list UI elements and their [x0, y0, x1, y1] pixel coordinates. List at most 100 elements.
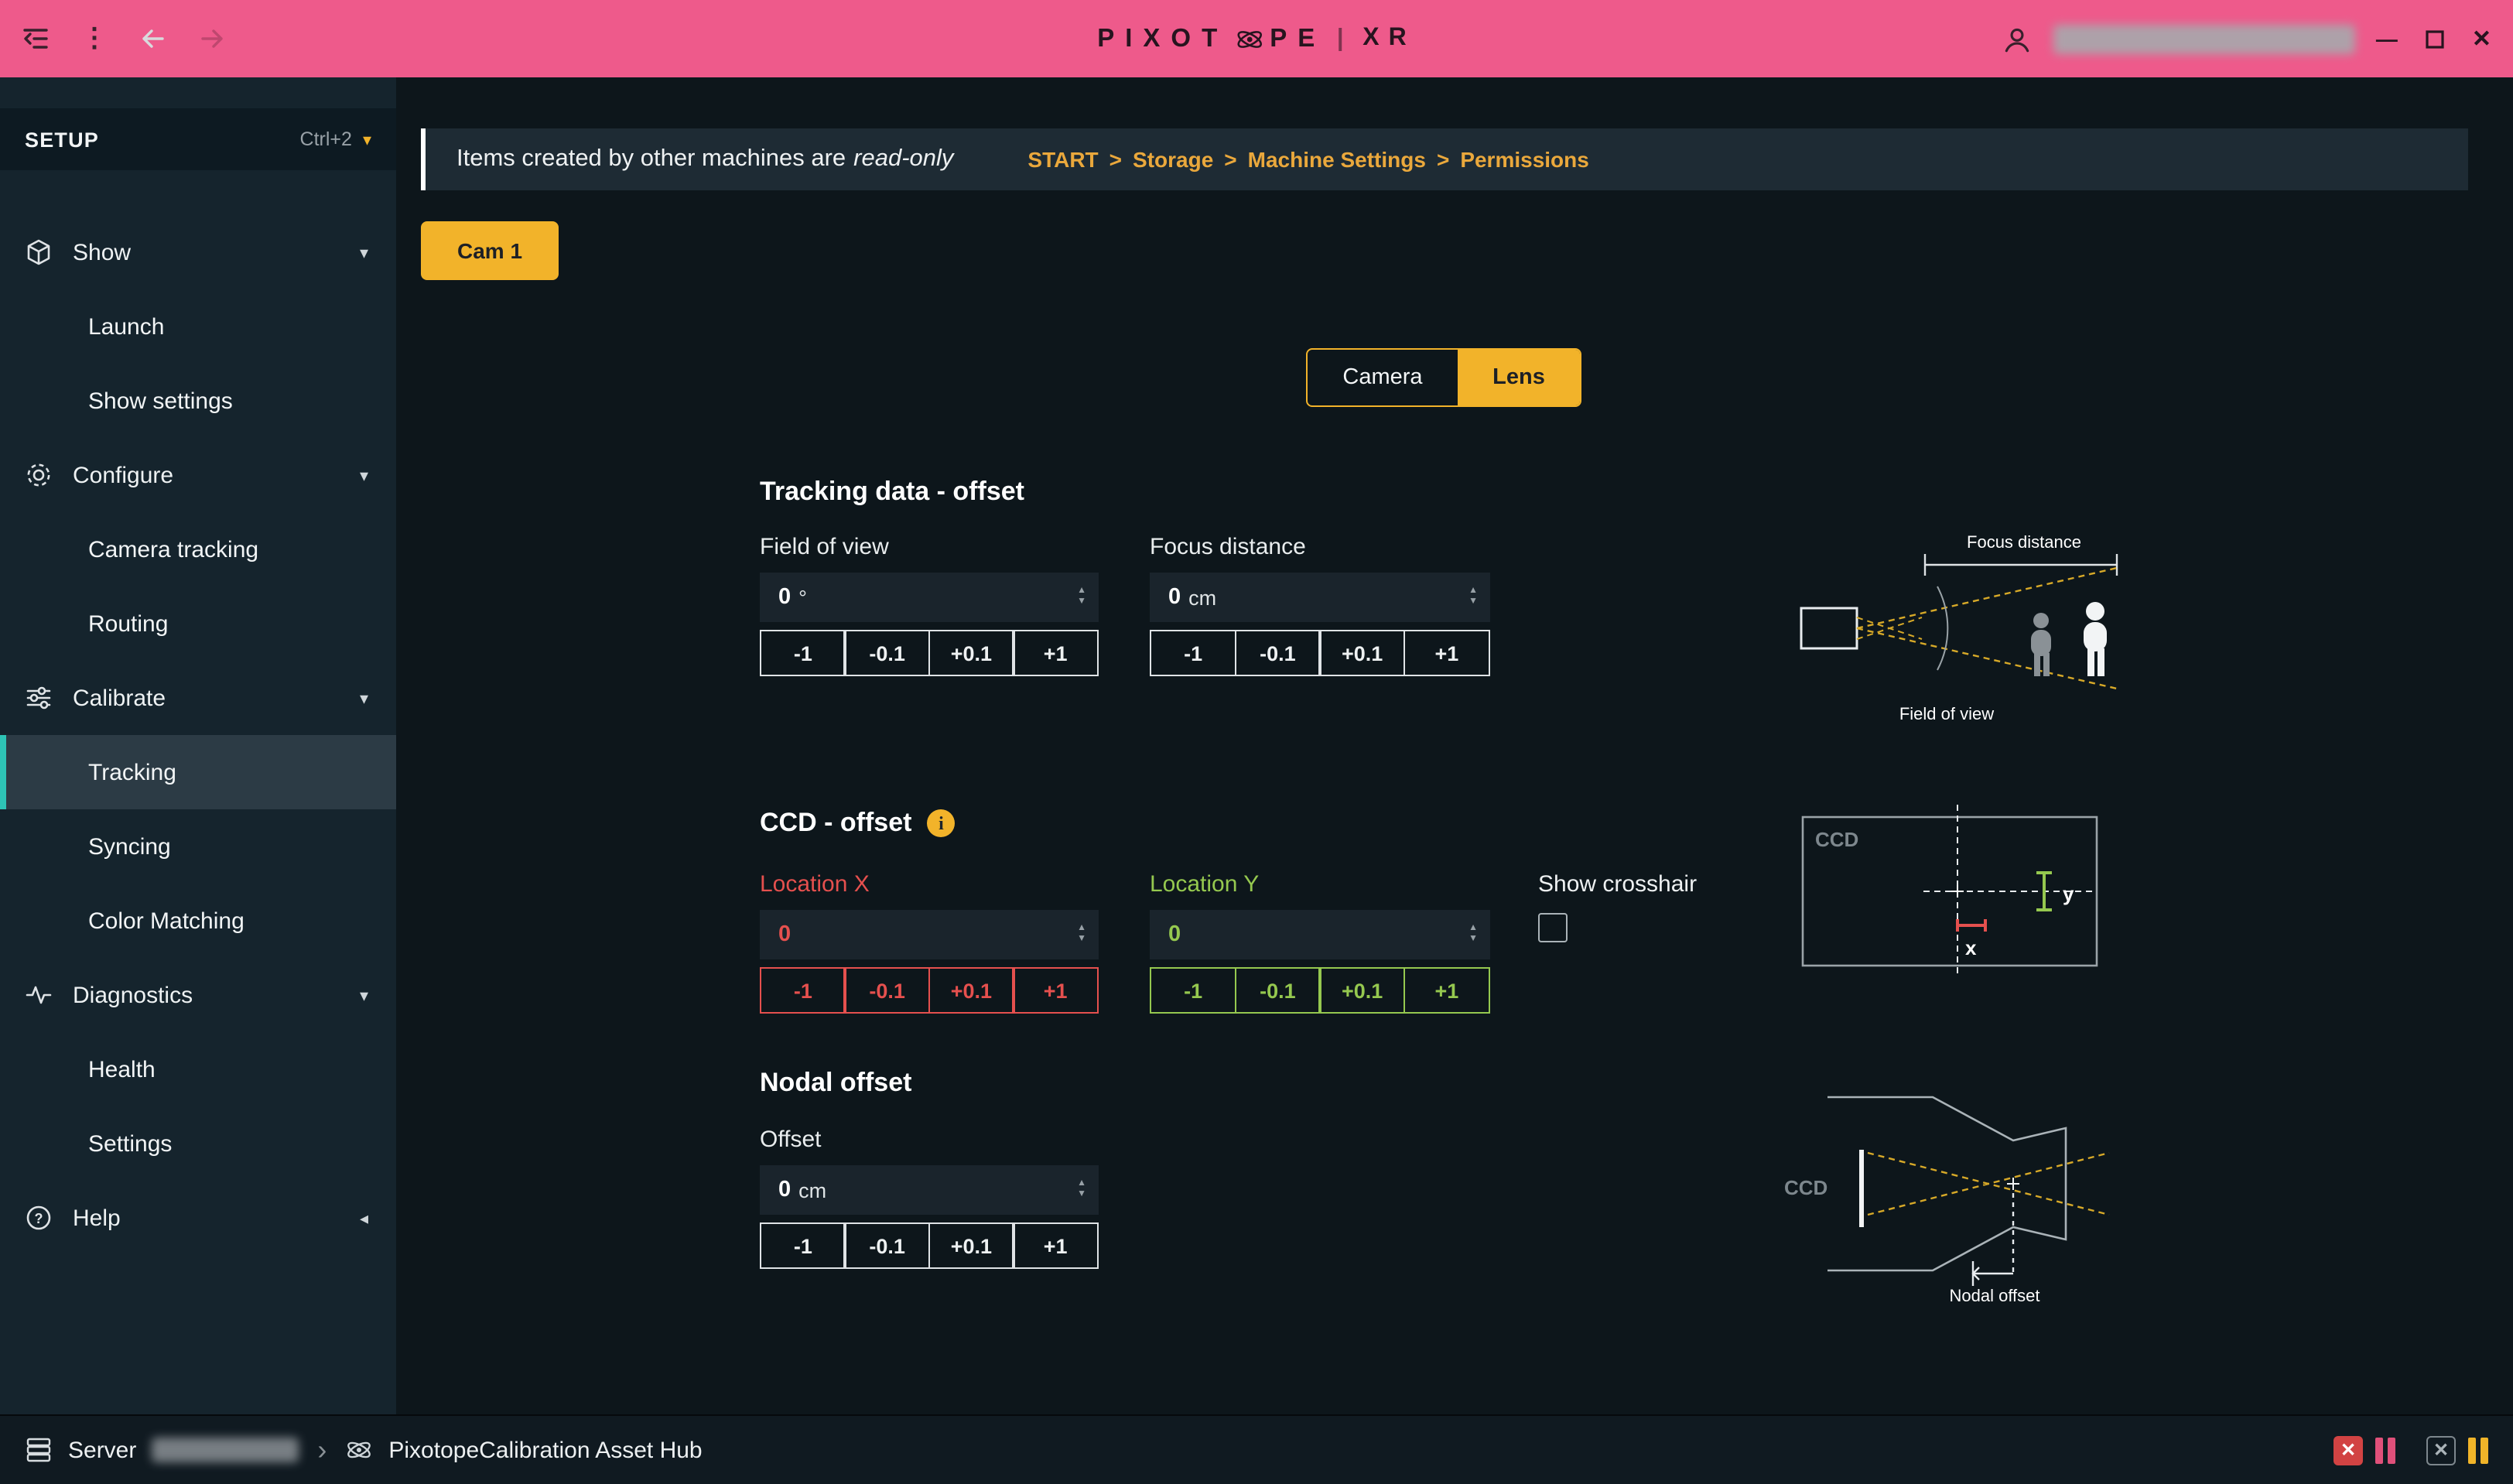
nodal-offset-title: Nodal offset: [760, 1068, 911, 1099]
spin-up-icon[interactable]: ▲: [1077, 588, 1086, 596]
stepper-minus-0-1-button[interactable]: -0.1: [844, 630, 931, 676]
stepper-minus-1-button[interactable]: -1: [760, 967, 846, 1014]
person-white-icon: [2084, 602, 2107, 676]
spin-down-icon[interactable]: ▼: [1468, 599, 1478, 607]
titlebar: ⋮ PIXOT PE XR: [0, 0, 2513, 77]
sidebar-item-configure[interactable]: Configure ▾: [0, 438, 396, 512]
setup-label: SETUP: [25, 128, 99, 151]
focus-distance-field: Focus distance 0 cm ▲ ▼ -1 -0.1 +0.1 +1: [1150, 534, 1490, 676]
sliders-icon: [25, 684, 53, 712]
spin-down-icon[interactable]: ▼: [1077, 936, 1086, 944]
stepper-plus-0-1-button[interactable]: +0.1: [928, 630, 1015, 676]
logo-divider: [1338, 27, 1341, 50]
spin-down-icon[interactable]: ▼: [1077, 599, 1086, 607]
sidebar-item-settings[interactable]: Settings: [0, 1106, 396, 1181]
chevron-left-icon[interactable]: ◂: [360, 1208, 368, 1228]
x-offset-label: x: [1965, 936, 1977, 959]
sidebar-item-show-settings[interactable]: Show settings: [0, 364, 396, 438]
sidebar-item-diagnostics[interactable]: Diagnostics ▾: [0, 958, 396, 1032]
logo-text-right: PE: [1270, 24, 1325, 53]
location-y-input[interactable]: 0 ▲ ▼: [1150, 910, 1490, 959]
status-error-icon[interactable]: ✕: [2334, 1435, 2363, 1465]
minimize-button[interactable]: —: [2376, 28, 2398, 50]
tab-lens[interactable]: Lens: [1458, 350, 1580, 405]
show-crosshair-control: Show crosshair: [1538, 871, 1697, 947]
nodal-offset-diagram: CCD Nodal offset: [1781, 1045, 2122, 1315]
collapse-sidebar-icon[interactable]: [19, 22, 53, 56]
tab-camera[interactable]: Camera: [1308, 350, 1458, 405]
kebab-menu-icon[interactable]: ⋮: [77, 22, 111, 56]
main-content: Items created by other machines are read…: [396, 77, 2513, 1414]
stepper-minus-0-1-button[interactable]: -0.1: [844, 967, 931, 1014]
stepper-plus-1-button[interactable]: +1: [1404, 630, 1490, 676]
stepper-plus-1-button[interactable]: +1: [1012, 630, 1099, 676]
close-button[interactable]: ✕: [2472, 27, 2491, 50]
fov-diagram: Focus distance Field of: [1789, 531, 2154, 737]
spin-up-icon[interactable]: ▲: [1077, 925, 1086, 933]
stepper-plus-1-button[interactable]: +1: [1404, 967, 1490, 1014]
show-icon: [25, 238, 53, 266]
server-name-redacted: [152, 1438, 299, 1462]
maximize-button[interactable]: [2418, 22, 2452, 56]
stepper-minus-0-1-button[interactable]: -0.1: [844, 1222, 931, 1269]
chevron-down-icon[interactable]: ▾: [360, 688, 368, 708]
stepper-minus-1-button[interactable]: -1: [1150, 967, 1236, 1014]
info-icon[interactable]: i: [927, 809, 955, 837]
stepper-minus-0-1-button[interactable]: -0.1: [1234, 967, 1321, 1014]
spin-down-icon[interactable]: ▼: [1077, 1192, 1086, 1199]
location-x-input[interactable]: 0 ▲ ▼: [760, 910, 1099, 959]
stepper-plus-1-button[interactable]: +1: [1012, 967, 1099, 1014]
spin-down-icon[interactable]: ▼: [1468, 936, 1478, 944]
spin-up-icon[interactable]: ▲: [1468, 588, 1478, 596]
forward-arrow-icon[interactable]: [195, 22, 229, 56]
stepper-minus-1-button[interactable]: -1: [760, 1222, 846, 1269]
sidebar-item-show[interactable]: Show ▾: [0, 215, 396, 289]
setup-mode-selector[interactable]: SETUP Ctrl+2 ▾: [0, 108, 396, 170]
atom-icon: [345, 1436, 373, 1464]
stepper-plus-0-1-button[interactable]: +0.1: [1319, 967, 1406, 1014]
show-crosshair-checkbox[interactable]: [1538, 913, 1568, 942]
location-y-field: Location Y 0 ▲ ▼ -1 -0.1 +0.1 +1: [1150, 871, 1490, 1014]
back-arrow-icon[interactable]: [136, 22, 170, 56]
cam-1-button[interactable]: Cam 1: [421, 221, 559, 280]
sidebar-item-help[interactable]: ? Help ◂: [0, 1181, 396, 1255]
sidebar-item-camera-tracking[interactable]: Camera tracking: [0, 512, 396, 586]
stepper-minus-1-button[interactable]: -1: [760, 630, 846, 676]
stepper-plus-0-1-button[interactable]: +0.1: [928, 967, 1015, 1014]
sidebar-item-tracking[interactable]: Tracking: [0, 735, 396, 809]
status-pause-pink-icon[interactable]: [2375, 1437, 2395, 1463]
breadcrumb-storage[interactable]: Storage: [1133, 147, 1213, 172]
field-of-view-input[interactable]: 0 ° ▲ ▼: [760, 573, 1099, 622]
stepper-minus-1-button[interactable]: -1: [1150, 630, 1236, 676]
sidebar-item-health[interactable]: Health: [0, 1032, 396, 1106]
sidebar-item-syncing[interactable]: Syncing: [0, 809, 396, 884]
chevron-down-icon[interactable]: ▾: [360, 465, 368, 485]
asset-hub-label[interactable]: PixotopeCalibration Asset Hub: [388, 1437, 702, 1463]
chevron-down-icon[interactable]: ▾: [360, 985, 368, 1005]
sidebar-item-routing[interactable]: Routing: [0, 586, 396, 661]
stepper-plus-0-1-button[interactable]: +0.1: [928, 1222, 1015, 1269]
stepper-minus-0-1-button[interactable]: -0.1: [1234, 630, 1321, 676]
user-email-redacted: [2054, 24, 2356, 53]
spin-up-icon[interactable]: ▲: [1468, 925, 1478, 933]
chevron-down-icon[interactable]: ▾: [360, 242, 368, 262]
focus-distance-input[interactable]: 0 cm ▲ ▼: [1150, 573, 1490, 622]
stepper-plus-0-1-button[interactable]: +0.1: [1319, 630, 1406, 676]
breadcrumb-start[interactable]: START: [1027, 147, 1098, 172]
stepper-plus-1-button[interactable]: +1: [1012, 1222, 1099, 1269]
person-gray-icon: [2031, 613, 2051, 676]
breadcrumb-machine-settings[interactable]: Machine Settings: [1248, 147, 1426, 172]
field-of-view-diagram-label: Field of view: [1899, 704, 1994, 723]
status-pause-gold-icon[interactable]: [2468, 1437, 2488, 1463]
breadcrumb-permissions[interactable]: Permissions: [1460, 147, 1589, 172]
sidebar-item-launch[interactable]: Launch: [0, 289, 396, 364]
stepper-group: -1 -0.1 +0.1 +1: [1150, 630, 1490, 676]
sidebar-item-color-matching[interactable]: Color Matching: [0, 884, 396, 958]
sidebar-item-calibrate[interactable]: Calibrate ▾: [0, 661, 396, 735]
gear-icon: [25, 461, 53, 489]
nodal-offset-input[interactable]: 0 cm ▲ ▼: [760, 1165, 1099, 1215]
server-label: Server: [68, 1437, 136, 1463]
status-stopped-icon[interactable]: ✕: [2426, 1435, 2456, 1465]
spin-up-icon[interactable]: ▲: [1077, 1181, 1086, 1188]
user-icon[interactable]: [2000, 22, 2034, 56]
